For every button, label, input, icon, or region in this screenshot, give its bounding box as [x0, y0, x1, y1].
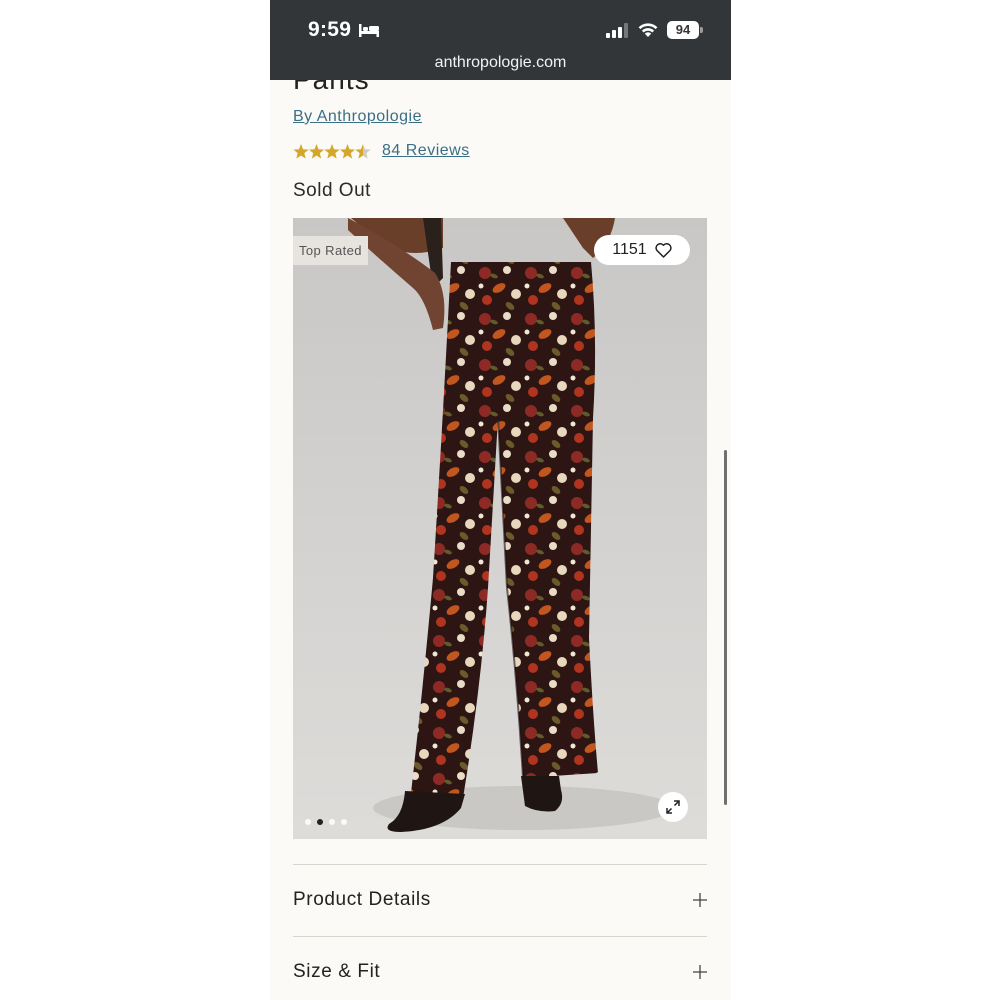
carousel-dot-active[interactable] [317, 819, 323, 825]
page-scrollbar[interactable] [724, 450, 727, 805]
stock-status: Sold Out [293, 180, 371, 201]
plus-icon [693, 893, 707, 907]
favorite-button[interactable]: 1151 [594, 235, 690, 265]
accordion-product-details[interactable]: Product Details [293, 864, 707, 936]
bed-icon [359, 24, 379, 37]
star-rating [293, 144, 371, 159]
product-photo-illustration [293, 218, 707, 839]
expand-image-button[interactable] [658, 792, 688, 822]
accordion-label: Product Details [293, 889, 431, 910]
status-time: 9:59 [308, 18, 352, 41]
brand-link[interactable]: By Anthropologie [293, 108, 422, 126]
star-icon [308, 144, 325, 159]
browser-top-bar: 9:59 94 anthropologie.com [270, 0, 731, 80]
expand-icon [666, 800, 680, 814]
star-icon [293, 144, 309, 159]
product-image[interactable]: Top Rated 1151 [293, 218, 707, 839]
reviews-link[interactable]: 84 Reviews [382, 142, 470, 160]
carousel-dot[interactable] [305, 819, 311, 825]
heart-icon [655, 242, 672, 258]
phone-screen: 9:59 94 anthropologie.com Pants By Anthr… [270, 0, 731, 1000]
accordion-label: Size & Fit [293, 961, 381, 982]
star-icon [324, 144, 340, 159]
wifi-icon [638, 23, 658, 37]
carousel-dot[interactable] [341, 819, 347, 825]
favorites-count: 1151 [612, 241, 647, 258]
address-bar-url[interactable]: anthropologie.com [270, 54, 731, 72]
top-rated-badge: Top Rated [293, 236, 368, 265]
carousel-indicator[interactable] [305, 819, 347, 825]
carousel-dot[interactable] [329, 819, 335, 825]
battery-tip [700, 27, 703, 33]
plus-icon [693, 965, 707, 979]
accordion-size-fit[interactable]: Size & Fit [293, 936, 707, 1000]
signal-icon [606, 23, 628, 38]
battery-icon: 94 [667, 21, 699, 39]
star-icon [339, 144, 356, 159]
half-star-icon [355, 144, 371, 159]
